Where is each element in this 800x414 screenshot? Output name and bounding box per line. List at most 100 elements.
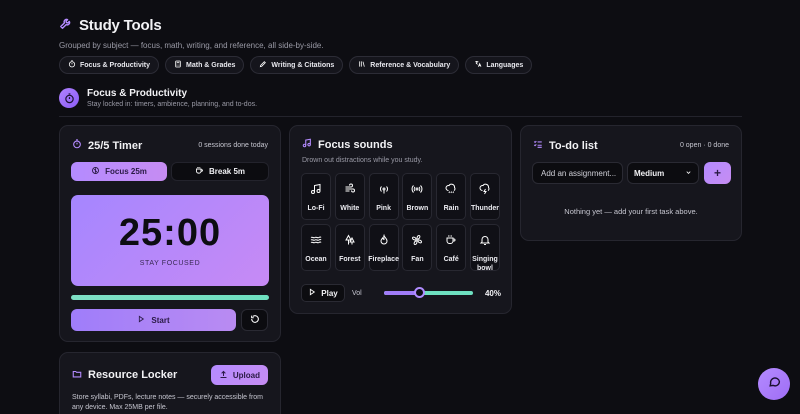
todo-card: To-do list 0 open · 0 done Add an assign… bbox=[520, 125, 742, 241]
volume-slider[interactable] bbox=[383, 287, 473, 298]
play-icon bbox=[137, 315, 145, 325]
sounds-title: Focus sounds bbox=[318, 138, 393, 151]
priority-value: Medium bbox=[634, 168, 665, 178]
wrench-icon bbox=[59, 16, 73, 35]
upload-label: Upload bbox=[232, 370, 260, 380]
sound-tile-thunder[interactable]: Thunder bbox=[469, 173, 500, 220]
pill-focus-productivity[interactable]: Focus & Productivity bbox=[59, 56, 160, 74]
sound-tile-ocean[interactable]: Ocean bbox=[301, 224, 331, 271]
chevron-down-icon bbox=[685, 169, 692, 178]
timer-title: 25/5 Timer bbox=[88, 139, 143, 152]
sound-tile-label: Singing bowl bbox=[472, 256, 498, 273]
category-pills: Focus & Productivity Math & Grades Writi… bbox=[59, 56, 533, 74]
timer-mode-tabs: Focus 25m Break 5m bbox=[71, 162, 269, 181]
sound-tile-brown[interactable]: Brown bbox=[402, 173, 433, 220]
volume-label: Vol bbox=[352, 289, 362, 297]
sound-tile-label: Fan bbox=[411, 256, 424, 263]
sound-tile-fireplace[interactable]: Fireplace bbox=[368, 224, 399, 271]
translate-icon bbox=[474, 60, 482, 70]
pill-label: Languages bbox=[486, 61, 524, 69]
sound-tile-label: Forest bbox=[339, 256, 361, 263]
volume-value: 40% bbox=[484, 288, 501, 298]
timer-icon bbox=[72, 139, 82, 152]
sound-tile-white[interactable]: White bbox=[334, 173, 365, 220]
timer-status: STAY FOCUSED bbox=[139, 260, 201, 267]
page-title: Study Tools bbox=[79, 17, 162, 34]
pen-icon bbox=[259, 60, 267, 70]
fan-icon bbox=[411, 233, 423, 251]
pill-label: Reference & Vocabulary bbox=[370, 61, 451, 69]
waves-icon bbox=[310, 233, 322, 251]
sound-tile-label: Fireplace bbox=[368, 256, 399, 263]
sound-tile-lofi[interactable]: Lo-Fi bbox=[301, 173, 331, 220]
music-icon bbox=[302, 138, 312, 151]
broadcast-icon bbox=[411, 182, 423, 200]
wind-icon bbox=[344, 182, 356, 200]
page-subtitle: Grouped by subject — focus, math, writin… bbox=[59, 41, 324, 50]
library-icon bbox=[358, 60, 366, 70]
start-button[interactable]: Start bbox=[71, 309, 236, 331]
tab-focus[interactable]: Focus 25m bbox=[71, 162, 167, 181]
timer-display: 25:00 STAY FOCUSED bbox=[71, 195, 269, 286]
sound-tile-label: Rain bbox=[443, 205, 459, 212]
sound-tile-fan[interactable]: Fan bbox=[402, 224, 433, 271]
sound-tiles: Lo-Fi White Pink Brown Rain Thunder Ocea… bbox=[301, 173, 500, 273]
bell-icon bbox=[479, 233, 491, 251]
sound-tile-pink[interactable]: Pink bbox=[368, 173, 399, 220]
sound-tile-forest[interactable]: Forest bbox=[334, 224, 365, 271]
coffee-icon bbox=[195, 166, 204, 177]
pill-label: Writing & Citations bbox=[271, 61, 335, 69]
pill-languages[interactable]: Languages bbox=[465, 56, 533, 74]
resource-locker-card: Resource Locker Upload Store syllabi, PD… bbox=[59, 352, 281, 414]
chat-bubble-icon bbox=[768, 375, 781, 393]
sound-tile-label: Lo-Fi bbox=[307, 205, 325, 212]
focus-sounds-card: Focus sounds Drown out distractions whil… bbox=[289, 125, 512, 314]
priority-select[interactable]: Medium bbox=[627, 162, 699, 184]
sound-tile-label: Thunder bbox=[470, 205, 499, 212]
timer-progress-fill bbox=[71, 295, 269, 300]
sound-tile-label: Café bbox=[443, 256, 459, 263]
tab-focus-label: Focus 25m bbox=[105, 167, 147, 176]
flame-icon bbox=[378, 233, 390, 251]
pill-math-grades[interactable]: Math & Grades bbox=[165, 56, 245, 74]
locker-description: Store syllabi, PDFs, lecture notes — sec… bbox=[72, 394, 264, 412]
sound-tile-label: Pink bbox=[376, 205, 391, 212]
sound-tile-cafe[interactable]: Café bbox=[436, 224, 467, 271]
add-task-button[interactable]: + bbox=[704, 162, 731, 184]
radio-waves-icon bbox=[378, 182, 390, 200]
folder-icon bbox=[72, 369, 82, 382]
reset-icon bbox=[250, 311, 260, 329]
sound-tile-rain[interactable]: Rain bbox=[436, 173, 467, 220]
music-note-icon bbox=[310, 182, 322, 200]
sound-tile-singing-bowl[interactable]: Singing bowl bbox=[469, 224, 500, 273]
locker-title: Resource Locker bbox=[88, 369, 178, 381]
sound-controls: Play Vol 40% bbox=[301, 284, 501, 302]
play-button[interactable]: Play bbox=[301, 284, 345, 302]
timer-progress-bar bbox=[71, 295, 269, 300]
sound-tile-label: White bbox=[340, 205, 360, 212]
reset-button[interactable] bbox=[241, 309, 268, 331]
timer-time: 25:00 bbox=[118, 212, 222, 254]
play-label: Play bbox=[321, 288, 338, 298]
timer-icon bbox=[59, 88, 79, 108]
tab-break-label: Break 5m bbox=[208, 167, 246, 176]
start-label: Start bbox=[151, 315, 170, 325]
cloud-lightning-icon bbox=[479, 182, 491, 200]
upload-button[interactable]: Upload bbox=[210, 365, 268, 385]
assignment-input[interactable]: Add an assignment... bbox=[532, 162, 623, 184]
tab-break[interactable]: Break 5m bbox=[171, 162, 269, 181]
play-icon bbox=[308, 288, 316, 298]
volume-slider-thumb[interactable] bbox=[414, 287, 426, 298]
timer-icon bbox=[68, 60, 76, 70]
trees-icon bbox=[344, 233, 356, 251]
timer-card: 25/5 Timer 0 sessions done today Focus 2… bbox=[59, 125, 281, 342]
upload-icon bbox=[219, 370, 228, 381]
todo-title: To-do list bbox=[549, 139, 598, 152]
pill-label: Focus & Productivity bbox=[80, 61, 151, 69]
chat-button[interactable] bbox=[758, 368, 790, 400]
todo-empty-state: Nothing yet — add your first task above. bbox=[564, 207, 698, 216]
pill-reference-vocabulary[interactable]: Reference & Vocabulary bbox=[349, 56, 460, 74]
calculator-icon bbox=[174, 60, 182, 70]
section-title: Focus & Productivity bbox=[87, 88, 188, 99]
pill-writing-citations[interactable]: Writing & Citations bbox=[250, 56, 344, 74]
